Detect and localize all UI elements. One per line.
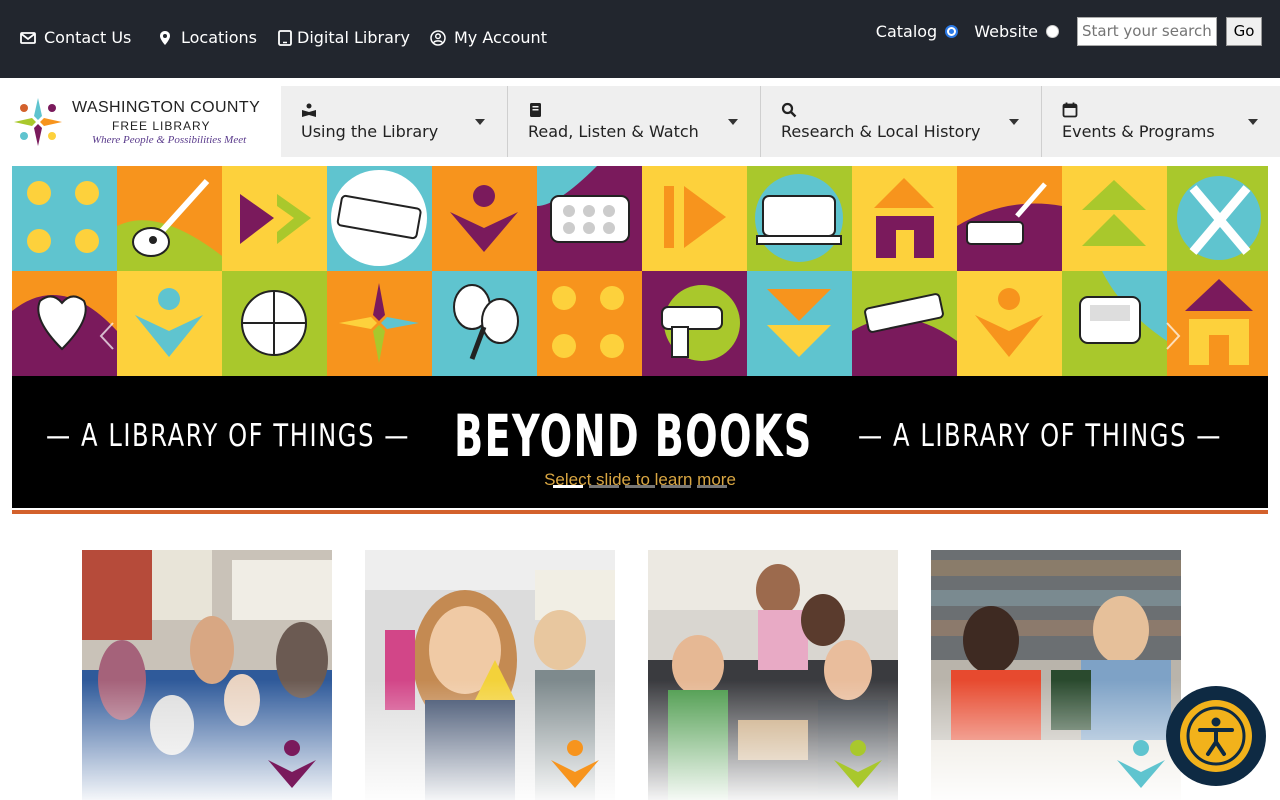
play-triangle-tile — [642, 166, 747, 271]
teen-games-card[interactable] — [648, 550, 898, 800]
nav-research-local-history[interactable]: Research & Local History — [761, 86, 1042, 157]
chevron-down-icon — [475, 119, 485, 125]
logo-mark-tile — [327, 271, 432, 376]
slide-indicator[interactable] — [625, 485, 655, 488]
chevron-down-icon — [1248, 119, 1258, 125]
nav-label: Research & Local History — [781, 122, 981, 141]
calendar-icon — [1062, 102, 1078, 118]
catalog-radio[interactable] — [945, 24, 959, 38]
power-strip-tile — [852, 271, 957, 376]
kids-craft-card[interactable] — [365, 550, 615, 800]
dots-pattern-tile — [12, 166, 117, 271]
section-divider — [12, 510, 1268, 514]
nav-label: Events & Programs — [1062, 122, 1215, 141]
accessibility-badge — [1180, 700, 1252, 772]
locations-link[interactable]: Locations — [157, 28, 257, 47]
dots-orange-tile — [537, 271, 642, 376]
search-icon — [781, 102, 797, 118]
digital-library-label: Digital Library — [297, 28, 410, 47]
book-icon — [530, 103, 541, 117]
hero-carousel[interactable]: — A LIBRARY OF THINGS — BEYOND BOOKS — A… — [12, 166, 1268, 508]
pickleball-tile — [432, 271, 537, 376]
storytime-card[interactable] — [82, 550, 332, 800]
logo-tagline: Where People & Possibilities Meet — [92, 134, 247, 146]
accessibility-button[interactable] — [1166, 686, 1266, 786]
chevron-down-icon — [728, 119, 738, 125]
search-area: Catalog Website Go — [876, 16, 1262, 46]
basketball-tile — [222, 271, 327, 376]
contact-us-link[interactable]: Contact Us — [20, 28, 131, 47]
chevron-left-icon[interactable] — [98, 321, 116, 351]
muffin-tin-tile — [537, 166, 642, 271]
banner-side-text-right: — A LIBRARY OF THINGS — — [858, 418, 1222, 454]
contact-us-label: Contact Us — [44, 28, 132, 47]
wrench-pliers-tile — [1167, 166, 1268, 271]
person-v-purple-icon — [268, 740, 316, 788]
website-radio-label: Website — [974, 21, 1038, 41]
library-logo[interactable]: WASHINGTON COUNTY FREE LIBRARY Where Peo… — [12, 92, 270, 152]
nav-events-programs[interactable]: Events & Programs — [1042, 86, 1280, 157]
user-circle-icon — [430, 29, 446, 46]
person-v-tile — [432, 166, 537, 271]
house-purple-tile — [1167, 271, 1268, 376]
up-arrows-tile — [1062, 166, 1167, 271]
slide-indicator[interactable] — [589, 485, 619, 488]
digital-library-link[interactable]: Digital Library — [277, 28, 410, 47]
nav-label: Read, Listen & Watch — [528, 122, 699, 141]
my-account-link[interactable]: My Account — [430, 28, 547, 47]
guitar-tile — [117, 166, 222, 271]
play-arrows-tile — [222, 166, 327, 271]
house-tile — [852, 166, 957, 271]
chevron-right-icon[interactable] — [1164, 321, 1182, 351]
tablet-icon — [278, 29, 292, 46]
slide-indicator[interactable] — [661, 485, 691, 488]
person-v-teal-icon — [1117, 740, 1165, 788]
logo-mark-icon — [14, 98, 62, 146]
main-nav: Using the Library Read, Listen & Watch R… — [281, 86, 1280, 157]
blood-pressure-tile — [1062, 271, 1167, 376]
carousel-slide-image[interactable] — [12, 166, 1268, 376]
slide-indicator[interactable] — [697, 485, 727, 488]
website-radio[interactable] — [1046, 24, 1059, 38]
search-input[interactable] — [1077, 16, 1217, 46]
nav-label: Using the Library — [301, 122, 439, 141]
reading-icon — [302, 103, 316, 117]
my-account-label: My Account — [454, 28, 547, 47]
catalog-radio-label: Catalog — [875, 21, 938, 41]
banner-headline: BEYOND BOOKS — [454, 402, 813, 470]
down-arrows-tile — [747, 271, 852, 376]
person-v-orange-icon — [551, 740, 599, 788]
logo-title: WASHINGTON COUNTY — [72, 99, 261, 116]
slide-indicator[interactable] — [553, 485, 583, 488]
person-v-green-icon — [834, 740, 882, 788]
nav-using-the-library[interactable]: Using the Library — [281, 86, 508, 157]
person-v-orange-tile — [957, 271, 1062, 376]
locations-label: Locations — [181, 28, 258, 47]
soldering-iron-tile — [957, 166, 1062, 271]
logo-subtitle: FREE LIBRARY — [112, 119, 211, 133]
baking-tray-tile — [327, 166, 432, 271]
person-v-teal-tile — [117, 271, 222, 376]
carousel-indicators — [553, 485, 727, 488]
adult-readers-card[interactable] — [931, 550, 1181, 800]
envelope-icon — [20, 31, 36, 44]
nav-read-listen-watch[interactable]: Read, Listen & Watch — [508, 86, 761, 157]
banner-side-text-left: — A LIBRARY OF THINGS — — [46, 418, 410, 454]
top-bar: Contact Us Locations Digital Library My … — [0, 0, 1280, 78]
power-drill-tile — [642, 271, 747, 376]
accessibility-person-icon — [1186, 706, 1246, 766]
chevron-down-icon — [1009, 119, 1019, 125]
map-pin-icon — [160, 30, 170, 45]
go-button[interactable]: Go — [1226, 16, 1262, 46]
sewing-machine-tile — [747, 166, 852, 271]
